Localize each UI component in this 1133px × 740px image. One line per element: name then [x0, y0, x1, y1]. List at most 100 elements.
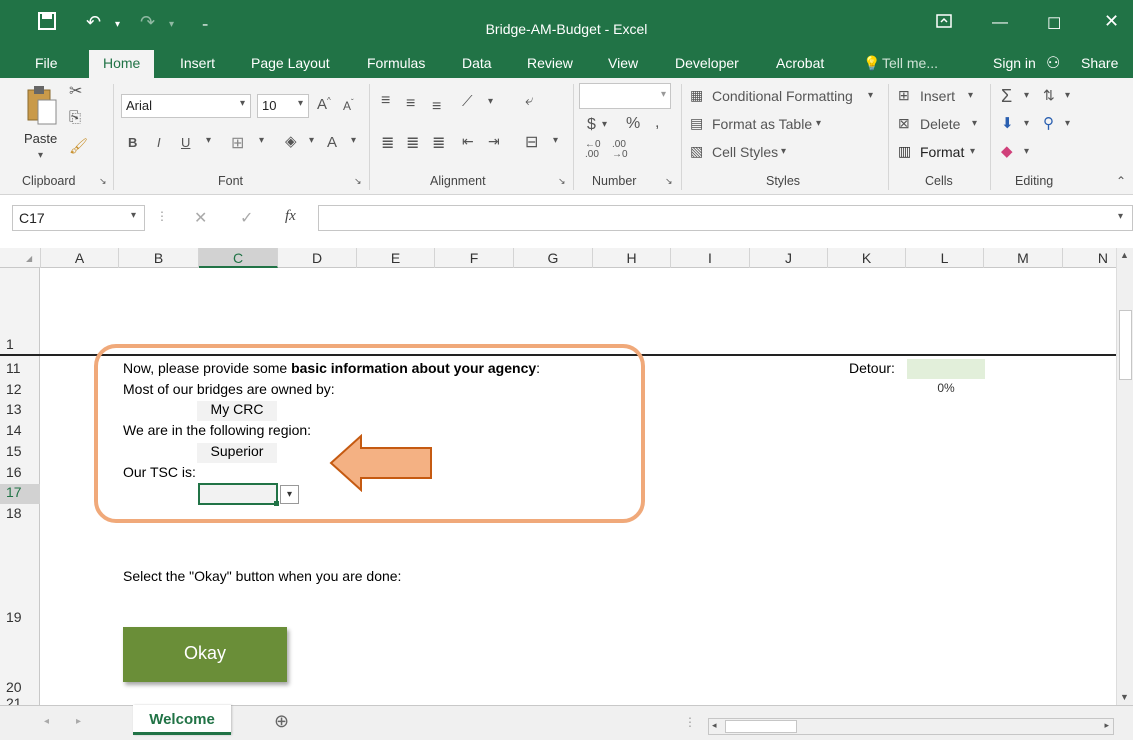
tab-page-layout[interactable]: Page Layout: [251, 55, 330, 71]
cell-styles-button[interactable]: Cell Styles: [712, 144, 778, 160]
format-as-table-button[interactable]: Format as Table: [712, 116, 812, 132]
chevron-down-icon[interactable]: ▾: [602, 119, 607, 130]
tab-formulas[interactable]: Formulas: [367, 55, 425, 71]
align-left-icon[interactable]: ≣: [381, 133, 394, 153]
column-header-i[interactable]: I: [671, 248, 750, 268]
paste-dropdown-icon[interactable]: ▾: [38, 150, 43, 161]
bottom-align-icon[interactable]: ≡: [432, 98, 441, 116]
vertical-scroll-thumb[interactable]: [1119, 310, 1132, 380]
column-header-n[interactable]: N: [1063, 248, 1116, 268]
paste-label[interactable]: Paste: [24, 131, 57, 146]
fill-icon[interactable]: ⬇: [1001, 114, 1014, 132]
add-sheet-icon[interactable]: ⊕: [274, 711, 289, 732]
top-align-icon[interactable]: ≡: [381, 92, 390, 110]
chevron-down-icon[interactable]: ▾: [781, 146, 786, 157]
formula-input[interactable]: [318, 205, 1133, 231]
paste-icon[interactable]: [22, 84, 60, 128]
sign-in-link[interactable]: Sign in: [993, 55, 1036, 71]
tab-review[interactable]: Review: [527, 55, 573, 71]
percent-icon[interactable]: %: [626, 115, 640, 133]
fill-color-icon[interactable]: ◈: [285, 132, 297, 150]
minimize-icon[interactable]: —: [992, 14, 1008, 32]
column-header-d[interactable]: D: [278, 248, 357, 268]
insert-cells-icon[interactable]: ⊞: [898, 87, 910, 104]
share-button[interactable]: Share: [1081, 55, 1118, 71]
ribbon-display-options-icon[interactable]: [936, 14, 952, 33]
row-header-13[interactable]: 13: [0, 401, 40, 419]
worksheet-grid[interactable]: Now, please provide some basic informati…: [0, 268, 1116, 705]
share-person-icon[interactable]: ⚇: [1046, 53, 1060, 73]
tab-view[interactable]: View: [608, 55, 638, 71]
scroll-up-icon[interactable]: ▲: [1120, 250, 1129, 260]
expand-formula-bar-icon[interactable]: ▾: [1118, 211, 1123, 222]
row-header-17[interactable]: 17: [0, 484, 40, 504]
decrease-font-icon[interactable]: Aˇ: [343, 98, 354, 113]
chevron-down-icon[interactable]: ▾: [488, 96, 493, 107]
number-launcher-icon[interactable]: ↘: [665, 176, 673, 187]
autosum-icon[interactable]: Σ: [1001, 86, 1012, 107]
prev-sheet-icon[interactable]: ◂: [44, 716, 49, 727]
comma-style-icon[interactable]: ,: [655, 114, 659, 132]
number-format-select[interactable]: ▾: [579, 83, 671, 109]
tab-acrobat[interactable]: Acrobat: [776, 55, 824, 71]
decrease-indent-icon[interactable]: ⇤: [462, 133, 474, 150]
row-header-14[interactable]: 14: [0, 422, 40, 440]
detour-cell[interactable]: [907, 359, 985, 379]
font-name-select[interactable]: Arial ▾: [121, 94, 251, 118]
chevron-down-icon[interactable]: ▾: [968, 90, 973, 101]
cancel-entry-icon[interactable]: ✕: [194, 208, 207, 228]
chevron-down-icon[interactable]: ▾: [1065, 90, 1070, 101]
column-header-e[interactable]: E: [357, 248, 435, 268]
column-header-j[interactable]: J: [750, 248, 828, 268]
sort-filter-icon[interactable]: ⇅: [1043, 87, 1055, 104]
align-right-icon[interactable]: ≣: [432, 133, 445, 153]
column-header-h[interactable]: H: [593, 248, 671, 268]
currency-icon[interactable]: $: [587, 116, 596, 134]
bold-icon[interactable]: B: [128, 135, 137, 150]
column-header-c[interactable]: C: [199, 248, 278, 268]
merge-center-icon[interactable]: ⊟: [525, 132, 538, 152]
next-sheet-icon[interactable]: ▸: [76, 716, 81, 727]
clipboard-launcher-icon[interactable]: ↘: [99, 176, 107, 187]
column-header-f[interactable]: F: [435, 248, 514, 268]
underline-icon[interactable]: U: [181, 135, 190, 150]
delete-cells-button[interactable]: Delete: [920, 116, 960, 132]
scroll-down-icon[interactable]: ▼: [1120, 692, 1129, 702]
cut-icon[interactable]: ✂: [69, 81, 82, 101]
column-header-b[interactable]: B: [119, 248, 199, 268]
tell-me-search[interactable]: Tell me...: [882, 55, 938, 71]
horizontal-scroll-thumb[interactable]: [725, 720, 797, 733]
column-header-a[interactable]: A: [41, 248, 119, 268]
font-color-icon[interactable]: A: [327, 134, 337, 151]
chevron-down-icon[interactable]: ▾: [206, 135, 211, 146]
chevron-down-icon[interactable]: ▾: [972, 118, 977, 129]
increase-decimal-icon[interactable]: ←0.00: [585, 140, 601, 160]
collapse-ribbon-icon[interactable]: ⌃: [1116, 174, 1126, 188]
vertical-scrollbar[interactable]: ▲ ▼: [1116, 248, 1133, 705]
row-header-18[interactable]: 18: [0, 505, 40, 523]
tab-split-grip-icon[interactable]: ⋮: [684, 715, 696, 729]
column-header-k[interactable]: K: [828, 248, 906, 268]
find-select-icon[interactable]: ⚲: [1043, 114, 1054, 132]
increase-font-icon[interactable]: A^: [317, 96, 331, 113]
orientation-icon[interactable]: ⟋: [462, 93, 473, 110]
tab-developer[interactable]: Developer: [675, 55, 739, 71]
scroll-right-icon[interactable]: ▸: [1104, 720, 1109, 731]
format-cells-icon[interactable]: ▥: [898, 143, 911, 160]
clear-icon[interactable]: ◆: [1001, 142, 1013, 160]
cell-styles-icon[interactable]: ▧: [690, 143, 703, 160]
chevron-down-icon[interactable]: ▾: [1024, 90, 1029, 101]
chevron-down-icon[interactable]: ▾: [1065, 118, 1070, 129]
increase-indent-icon[interactable]: ⇥: [488, 133, 500, 150]
italic-icon[interactable]: I: [157, 135, 161, 150]
font-size-select[interactable]: 10 ▾: [257, 94, 309, 118]
borders-icon[interactable]: ⊞: [231, 133, 244, 153]
close-icon[interactable]: ✕: [1104, 11, 1119, 32]
maximize-icon[interactable]: ☐: [1047, 14, 1061, 34]
wrap-text-icon[interactable]: ⤶: [525, 92, 533, 109]
row-header-1[interactable]: 1: [0, 336, 40, 354]
alignment-launcher-icon[interactable]: ↘: [558, 176, 566, 187]
chevron-down-icon[interactable]: ▾: [309, 135, 314, 146]
row-header-19[interactable]: 19: [0, 609, 40, 627]
font-launcher-icon[interactable]: ↘: [354, 176, 362, 187]
